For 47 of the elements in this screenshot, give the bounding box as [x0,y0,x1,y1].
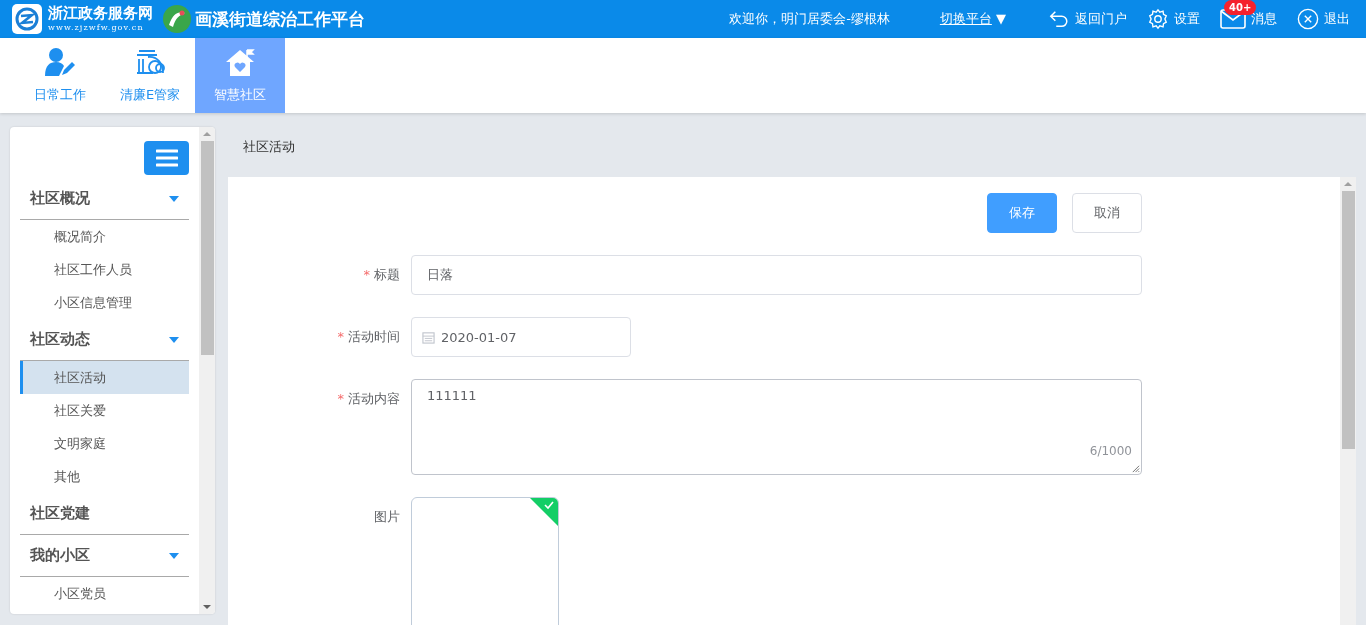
menu-item[interactable]: 文明家庭 [20,427,189,460]
menu-button[interactable] [144,141,189,175]
header-action-link[interactable]: 返回门户 [1048,8,1127,30]
person-icon [44,47,76,77]
calendar-icon [422,330,435,344]
menu-item[interactable]: 社区工作人员 [20,253,189,286]
breadcrumb: 社区活动 [242,138,296,156]
menu-item[interactable]: 小区党员 [20,577,189,610]
menu-item[interactable]: 社区关爱 [20,394,189,427]
menu-item[interactable]: 概况简介 [20,220,189,253]
scrollbar[interactable] [1340,177,1356,625]
menu-group-header[interactable]: 社区党建 [20,493,189,535]
field-label-text: 图片 [374,509,400,524]
house-icon [224,47,256,77]
welcome-text: 欢迎你，明门居委会-缪根林 [729,10,890,28]
title-input[interactable]: 日落 [411,255,1142,295]
switch-platform-link[interactable]: 切换平台 ▼ [939,10,1006,28]
field-label-text: 活动内容 [348,391,400,406]
menu-item[interactable]: 小区信息管理 [20,286,189,319]
field-label-text: 标题 [374,267,400,282]
site-name: 浙江政务服务网 [48,6,153,21]
settings-icon [1147,8,1169,30]
content-textarea[interactable]: 111111 6/1000 [411,379,1142,475]
required-mark: * [363,267,370,282]
menu-group-header[interactable]: 社区概况 [20,178,189,220]
header-action-link[interactable]: 退出 [1297,8,1350,30]
module-tab[interactable]: 清廉E管家 [105,38,195,113]
field-label-text: 活动时间 [348,329,400,344]
header-action-link[interactable]: 设置 [1147,8,1200,30]
menu-item[interactable]: 其他 [20,460,189,493]
image-upload-box[interactable] [411,497,559,625]
required-mark: * [337,391,344,406]
date-input[interactable]: 2020-01-07 [411,317,631,357]
menu-icon [155,149,178,167]
cancel-button[interactable]: 取消 [1072,193,1142,233]
platform-title: 画溪街道综治工作平台 [195,7,365,31]
platform-logo-icon [163,5,191,33]
menu-item[interactable]: 社区活动 [20,361,189,394]
close-icon [1297,8,1319,30]
scrollbar[interactable] [199,127,215,614]
module-tab[interactable]: 日常工作 [15,38,105,113]
menu-group-header[interactable]: 我的小区 [20,535,189,577]
site-logo-icon [12,4,42,34]
resize-grip-icon[interactable] [1131,464,1140,473]
site-url: www.zjzwfw.gov.cn [48,24,145,32]
required-mark: * [337,329,344,344]
back-arrow-icon [1048,8,1070,30]
